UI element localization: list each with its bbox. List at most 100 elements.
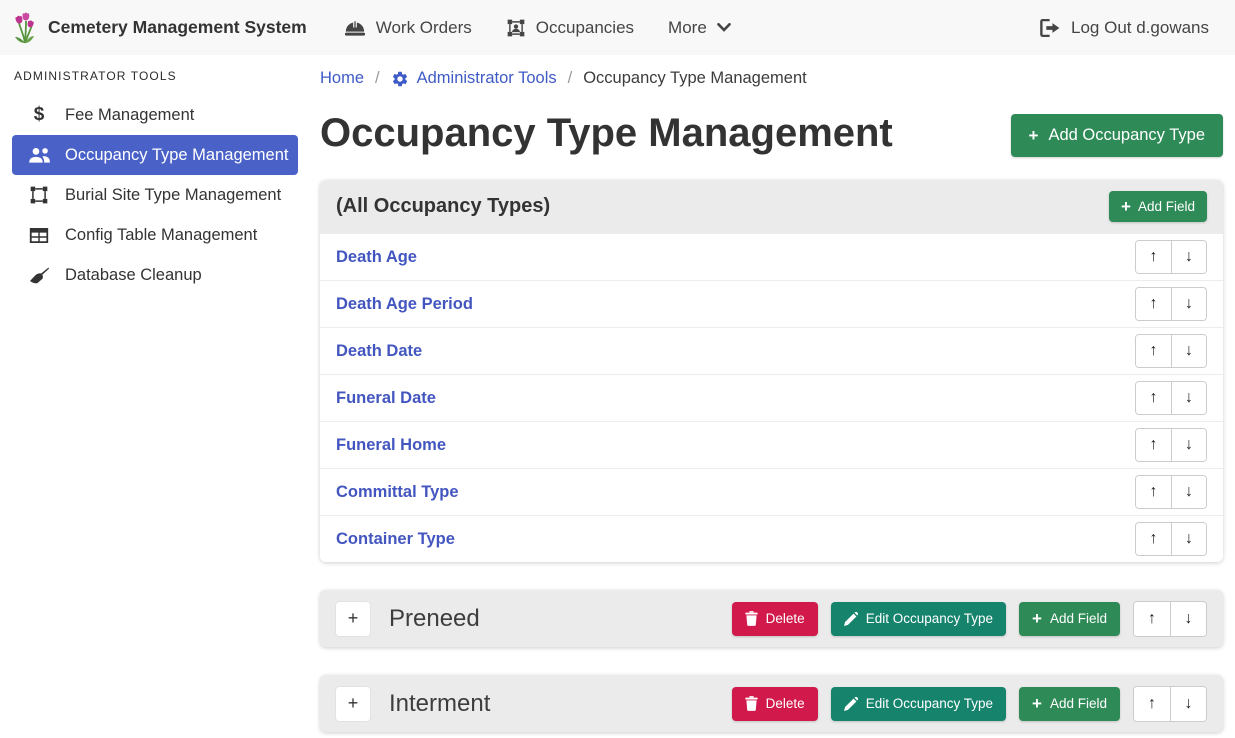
expand-button[interactable]: + <box>336 602 370 636</box>
table-icon <box>27 227 51 244</box>
plus-icon: + <box>1032 610 1042 627</box>
plus-icon: + <box>1029 127 1039 144</box>
move-down-button[interactable]: ↓ <box>1171 288 1206 320</box>
nav-links: Work Orders Occupancies More <box>327 18 748 38</box>
move-up-button[interactable]: ↑ <box>1136 382 1171 414</box>
move-up-button[interactable]: ↑ <box>1136 335 1171 367</box>
tulip-logo-icon <box>12 10 38 46</box>
add-occupancy-type-button[interactable]: + Add Occupancy Type <box>1011 114 1223 157</box>
move-down-button[interactable]: ↓ <box>1171 429 1206 461</box>
gear-icon <box>391 70 409 88</box>
nav-item-work-orders[interactable]: Work Orders <box>327 18 489 38</box>
sidebar-item-label: Occupancy Type Management <box>65 146 289 165</box>
add-occupancy-type-label: Add Occupancy Type <box>1048 126 1205 145</box>
breadcrumb-admin-tools-link[interactable]: Administrator Tools <box>391 69 557 88</box>
reorder-group: ↑ ↓ <box>1135 381 1207 415</box>
page-title: Occupancy Type Management <box>320 108 893 158</box>
reorder-group: ↑ ↓ <box>1135 428 1207 462</box>
expand-button[interactable]: + <box>336 687 370 721</box>
broom-icon <box>27 266 51 284</box>
nav-item-more[interactable]: More <box>651 18 748 38</box>
main-content: Home / Administrator Tools / Occupancy T… <box>310 55 1235 738</box>
breadcrumb-home-link[interactable]: Home <box>320 69 364 88</box>
breadcrumb-current: Occupancy Type Management <box>583 69 807 88</box>
reorder-group: ↑ ↓ <box>1135 334 1207 368</box>
field-row-death-age-period: Death Age Period ↑ ↓ <box>320 280 1223 327</box>
move-up-button[interactable]: ↑ <box>1136 523 1171 555</box>
nav-item-occupancies[interactable]: Occupancies <box>489 18 651 38</box>
hard-hat-icon <box>344 18 366 37</box>
move-down-button[interactable]: ↓ <box>1171 335 1206 367</box>
reorder-group: ↑ ↓ <box>1135 522 1207 556</box>
move-up-button[interactable]: ↑ <box>1136 429 1171 461</box>
sidebar-item-database-cleanup[interactable]: Database Cleanup <box>12 255 298 295</box>
edit-occupancy-type-button[interactable]: Edit Occupancy Type <box>831 602 1006 636</box>
brand[interactable]: Cemetery Management System <box>12 10 307 46</box>
move-down-button[interactable]: ↓ <box>1171 476 1206 508</box>
move-up-button[interactable]: ↑ <box>1136 241 1171 273</box>
sidebar-item-config-table-management[interactable]: Config Table Management <box>12 215 298 255</box>
plus-icon: + <box>1032 695 1042 712</box>
move-down-button[interactable]: ↓ <box>1171 382 1206 414</box>
section-title: Interment <box>389 690 490 718</box>
add-field-button[interactable]: + Add Field <box>1109 191 1207 222</box>
move-up-button[interactable]: ↑ <box>1136 476 1171 508</box>
move-up-button[interactable]: ↑ <box>1136 288 1171 320</box>
pencil-icon <box>844 612 858 626</box>
trash-icon <box>745 611 758 626</box>
edit-occupancy-type-button[interactable]: Edit Occupancy Type <box>831 687 1006 721</box>
sidebar-item-label: Burial Site Type Management <box>65 186 281 205</box>
move-down-button[interactable]: ↓ <box>1171 523 1206 555</box>
field-link[interactable]: Death Date <box>336 342 422 361</box>
delete-button[interactable]: Delete <box>732 602 818 636</box>
logout-label: Log Out d.gowans <box>1071 18 1209 38</box>
delete-button[interactable]: Delete <box>732 687 818 721</box>
section-actions: Delete Edit Occupancy Type + Add Field ↑ <box>732 601 1207 637</box>
pencil-icon <box>844 697 858 711</box>
page-header: Occupancy Type Management + Add Occupanc… <box>320 108 1223 158</box>
sidebar-item-burial-site-type-management[interactable]: Burial Site Type Management <box>12 175 298 215</box>
field-link[interactable]: Death Age Period <box>336 295 473 314</box>
field-row-funeral-home: Funeral Home ↑ ↓ <box>320 421 1223 468</box>
move-up-button[interactable]: ↑ <box>1134 602 1170 636</box>
sign-out-icon <box>1040 19 1060 37</box>
top-navbar: Cemetery Management System Work Orders <box>0 0 1235 55</box>
move-down-button[interactable]: ↓ <box>1171 241 1206 273</box>
users-icon <box>27 146 51 164</box>
add-field-button[interactable]: + Add Field <box>1019 687 1120 721</box>
vector-square-icon <box>27 185 51 205</box>
reorder-group: ↑ ↓ <box>1135 240 1207 274</box>
occupancy-type-section-interment: + Interment Delete <box>320 675 1223 732</box>
chevron-down-icon <box>717 23 731 32</box>
add-field-label: Add Field <box>1138 199 1195 214</box>
breadcrumb-separator: / <box>568 69 573 88</box>
card-title: (All Occupancy Types) <box>336 195 550 218</box>
occupancy-frame-icon <box>506 18 526 38</box>
reorder-group: ↑ ↓ <box>1135 287 1207 321</box>
sidebar-item-occupancy-type-management[interactable]: Occupancy Type Management <box>12 135 298 175</box>
sidebar: ADMINISTRATOR TOOLS $ Fee Management Occ… <box>0 55 310 738</box>
edit-occupancy-type-label: Edit Occupancy Type <box>866 611 993 626</box>
field-row-death-date: Death Date ↑ ↓ <box>320 327 1223 374</box>
sidebar-item-fee-management[interactable]: $ Fee Management <box>12 95 298 135</box>
move-down-button[interactable]: ↓ <box>1170 602 1206 636</box>
move-up-button[interactable]: ↑ <box>1134 687 1170 721</box>
logout-button[interactable]: Log Out d.gowans <box>1040 18 1209 38</box>
field-link[interactable]: Container Type <box>336 530 455 549</box>
add-field-button[interactable]: + Add Field <box>1019 602 1120 636</box>
nav-item-label: Work Orders <box>376 18 472 38</box>
all-occupancy-types-card: (All Occupancy Types) + Add Field Death … <box>320 180 1223 562</box>
trash-icon <box>745 696 758 711</box>
breadcrumb: Home / Administrator Tools / Occupancy T… <box>320 69 1223 88</box>
field-link[interactable]: Committal Type <box>336 483 459 502</box>
field-link[interactable]: Death Age <box>336 248 417 267</box>
breadcrumb-separator: / <box>375 69 380 88</box>
field-link[interactable]: Funeral Date <box>336 389 436 408</box>
move-down-button[interactable]: ↓ <box>1170 687 1206 721</box>
nav-item-label: More <box>668 18 707 38</box>
field-row-funeral-date: Funeral Date ↑ ↓ <box>320 374 1223 421</box>
sidebar-item-label: Config Table Management <box>65 226 257 245</box>
brand-title: Cemetery Management System <box>48 17 307 38</box>
reorder-group: ↑ ↓ <box>1133 686 1207 722</box>
field-link[interactable]: Funeral Home <box>336 436 446 455</box>
